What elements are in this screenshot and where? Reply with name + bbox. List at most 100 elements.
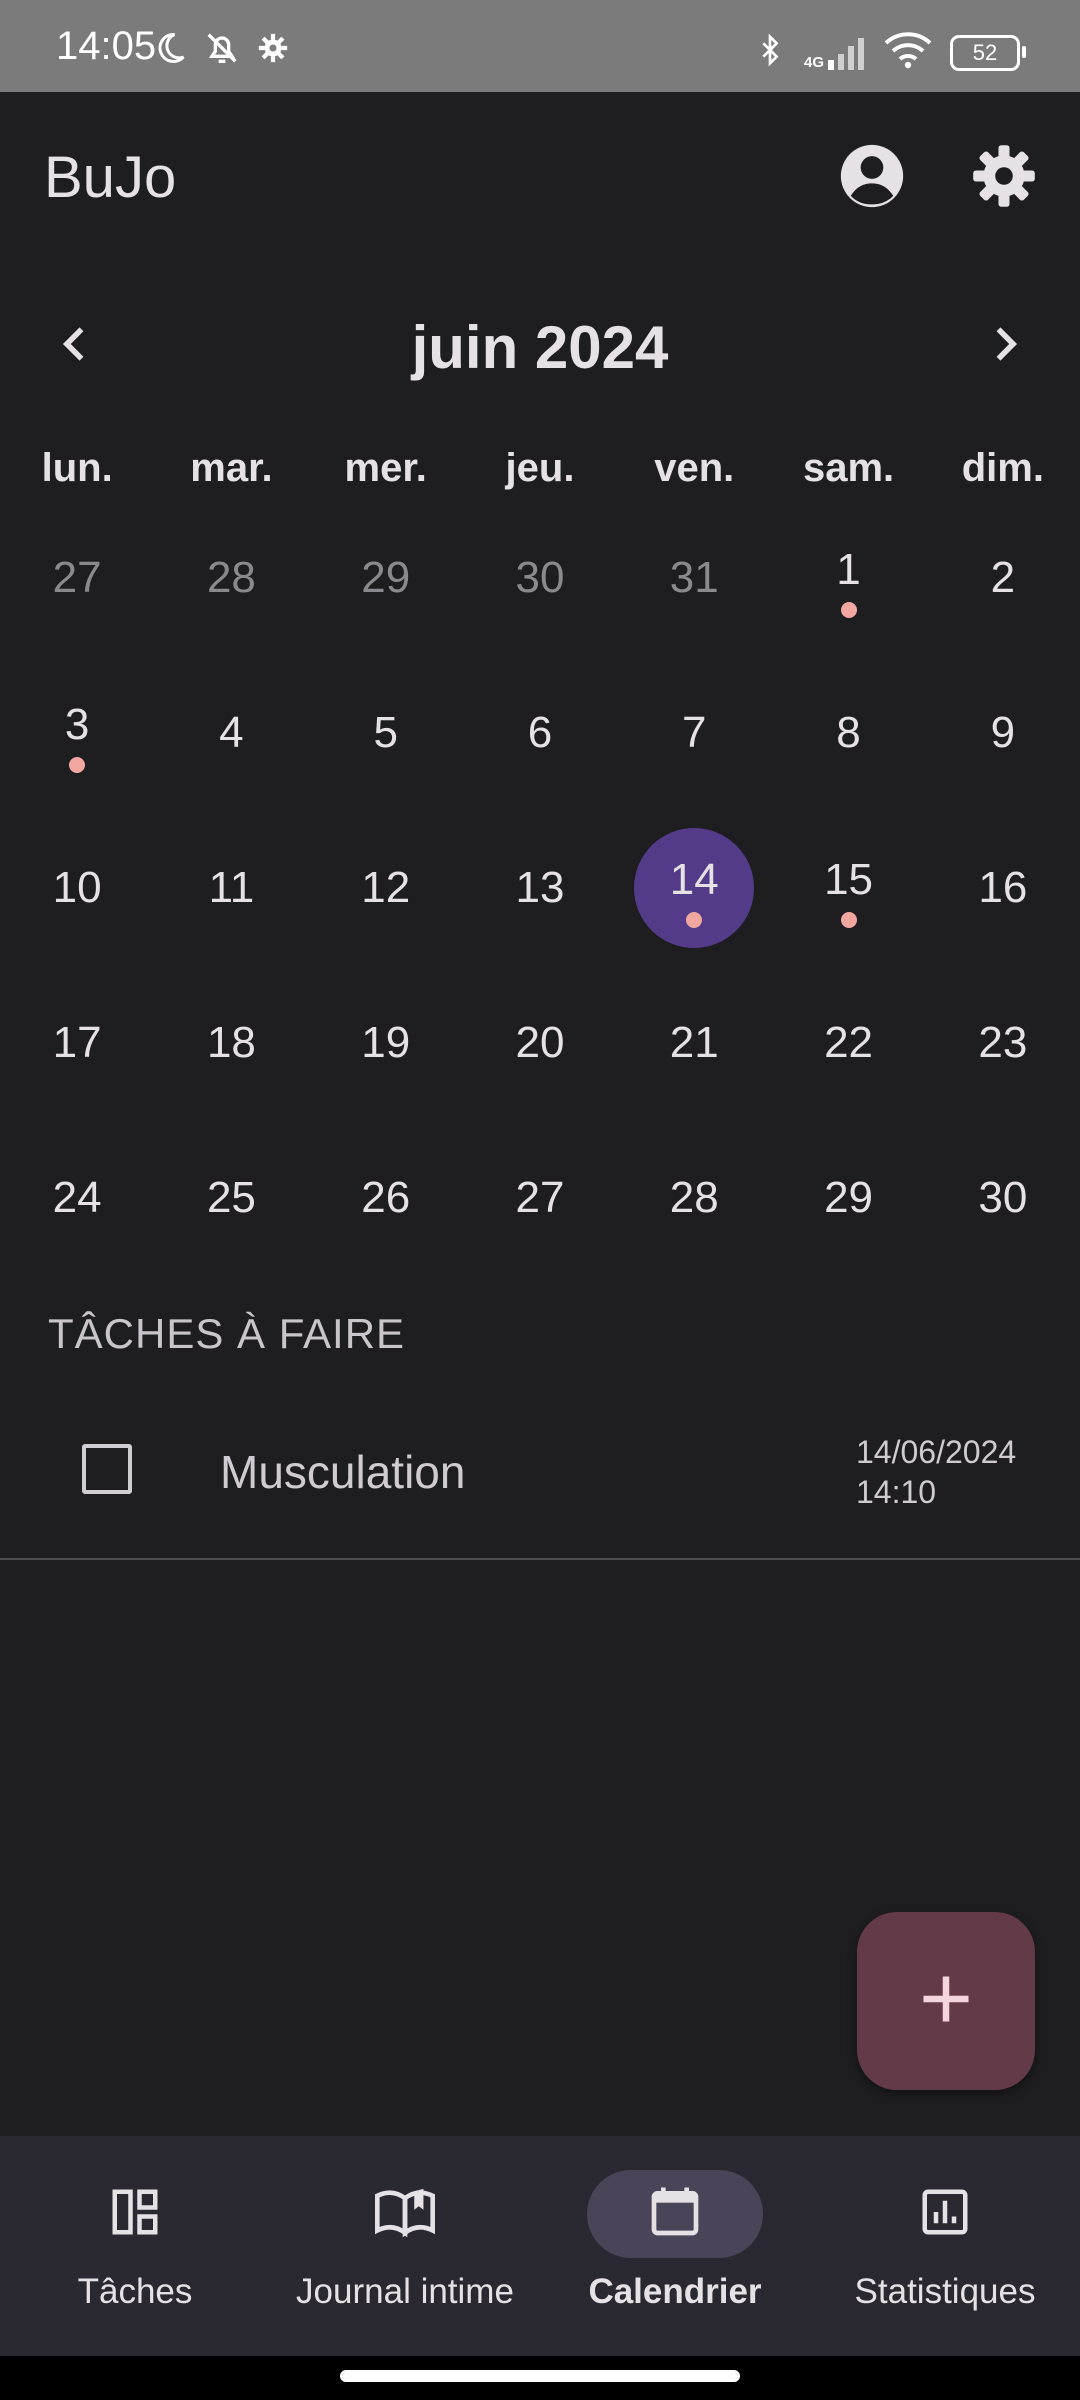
calendar-day[interactable]: 26	[309, 1120, 463, 1275]
nav-item-calendrier[interactable]: Calendrier	[540, 2136, 810, 2356]
day-number: 29	[361, 552, 411, 602]
calendar-day[interactable]: 11	[154, 810, 308, 965]
wifi-icon	[884, 31, 932, 74]
account-button[interactable]	[836, 142, 908, 214]
calendar-day[interactable]: 12	[309, 810, 463, 965]
day-number: 28	[669, 1172, 719, 1222]
month-title: juin 2024	[411, 314, 669, 381]
day-number: 30	[978, 1172, 1028, 1222]
calendar-day[interactable]: 21	[617, 965, 771, 1120]
settings-button[interactable]	[968, 142, 1040, 214]
task-label: Musculation	[220, 1446, 466, 1498]
day-number: 20	[515, 1017, 565, 1067]
calendar-day[interactable]: 5	[309, 655, 463, 810]
day-number: 18	[206, 1017, 256, 1067]
bluetooth-icon	[754, 30, 786, 75]
calendar-day[interactable]: 29	[771, 1120, 925, 1275]
weekday-label: dim.	[961, 446, 1044, 490]
nav-label: Tâches	[77, 2272, 193, 2311]
day-number: 24	[52, 1172, 102, 1222]
day-number: 26	[361, 1172, 411, 1222]
day-number: 28	[206, 552, 256, 602]
day-number: 27	[515, 1172, 565, 1222]
nav-label: Journal intime	[296, 2272, 514, 2311]
alarm-off-icon	[202, 28, 242, 73]
next-month-button[interactable]	[964, 306, 1044, 386]
day-number: 23	[978, 1017, 1028, 1067]
nav-icon-container	[47, 2170, 223, 2258]
calendar-week: 10 11 12 13 14 15 16	[0, 810, 1080, 965]
calendar-day-selected[interactable]: 14	[617, 810, 771, 965]
nav-item-journal[interactable]: Journal intime	[270, 2136, 540, 2356]
task-row[interactable]: Musculation 14/06/2024 14:10	[0, 1398, 1080, 1560]
calendar-day[interactable]: 24	[0, 1120, 154, 1275]
app-bar: BuJo	[0, 92, 1080, 272]
calendar-day[interactable]: 27	[463, 1120, 617, 1275]
chevron-right-icon	[982, 322, 1026, 371]
day-number: 3	[64, 699, 90, 749]
day-number: 9	[990, 707, 1016, 757]
calendar-day[interactable]: 19	[309, 965, 463, 1120]
add-task-fab[interactable]	[857, 1912, 1035, 2090]
event-dot	[69, 757, 86, 773]
nav-icon-container-active	[587, 2170, 763, 2258]
day-number: 22	[824, 1017, 874, 1067]
weekday-label: lun.	[41, 446, 113, 490]
calendar-day[interactable]: 29	[309, 500, 463, 655]
status-time: 14:05	[56, 24, 157, 68]
calendar-day[interactable]: 8	[771, 655, 925, 810]
nav-item-taches[interactable]: Tâches	[0, 2136, 270, 2356]
day-number: 6	[527, 707, 553, 757]
calendar-day[interactable]: 30	[926, 1120, 1080, 1275]
day-number: 25	[206, 1172, 256, 1222]
calendar-day[interactable]: 30	[463, 500, 617, 655]
plus-icon	[916, 1969, 976, 2034]
calendar-day[interactable]: 23	[926, 965, 1080, 1120]
nav-label: Calendrier	[588, 2272, 762, 2311]
calendar-day[interactable]: 15	[771, 810, 925, 965]
day-number: 11	[208, 862, 255, 912]
calendar-day[interactable]: 9	[926, 655, 1080, 810]
day-number: 14	[669, 854, 719, 904]
day-number: 8	[836, 707, 861, 757]
calendar-day[interactable]: 28	[154, 500, 308, 655]
calendar-day[interactable]: 4	[154, 655, 308, 810]
calendar-day[interactable]: 17	[0, 965, 154, 1120]
calendar-day[interactable]: 22	[771, 965, 925, 1120]
task-datetime: 14/06/2024 14:10	[856, 1432, 1016, 1512]
nav-item-statistiques[interactable]: Statistiques	[810, 2136, 1080, 2356]
calendar-day[interactable]: 3	[0, 655, 154, 810]
calendar-day[interactable]: 28	[617, 1120, 771, 1275]
event-dot	[686, 912, 703, 928]
settings-gear-icon	[256, 31, 290, 70]
calendar-week: 3 4 5 6 7 8 9	[0, 655, 1080, 810]
calendar-day[interactable]: 10	[0, 810, 154, 965]
calendar-week: 27 28 29 30 31 1 2	[0, 500, 1080, 655]
calendar-week: 17 18 19 20 21 22 23	[0, 965, 1080, 1120]
day-number: 10	[52, 862, 102, 912]
calendar-day[interactable]: 6	[463, 655, 617, 810]
calendar-icon	[647, 2184, 703, 2245]
calendar-day[interactable]: 31	[617, 500, 771, 655]
calendar-day[interactable]: 25	[154, 1120, 308, 1275]
day-number: 1	[836, 544, 861, 594]
day-number: 13	[515, 862, 565, 912]
status-right-icons: 4G 52	[754, 30, 1026, 75]
calendar-day[interactable]: 13	[463, 810, 617, 965]
weekday-label: jeu.	[505, 446, 575, 490]
calendar-day[interactable]: 2	[926, 500, 1080, 655]
calendar-week: 24 25 26 27 28 29 30	[0, 1120, 1080, 1275]
day-number: 12	[361, 862, 411, 912]
event-dot	[840, 602, 857, 618]
status-left-icons	[152, 28, 290, 73]
calendar-day[interactable]: 16	[926, 810, 1080, 965]
calendar-day[interactable]: 27	[0, 500, 154, 655]
home-gesture-handle[interactable]	[340, 2370, 740, 2382]
calendar-day[interactable]: 18	[154, 965, 308, 1120]
moon-icon	[152, 30, 188, 71]
calendar-day[interactable]: 20	[463, 965, 617, 1120]
calendar-day[interactable]: 1	[771, 500, 925, 655]
weekday-header: lun. mar. mer. jeu. ven. sam. dim.	[0, 440, 1080, 496]
calendar-day[interactable]: 7	[617, 655, 771, 810]
task-checkbox[interactable]	[82, 1444, 132, 1494]
